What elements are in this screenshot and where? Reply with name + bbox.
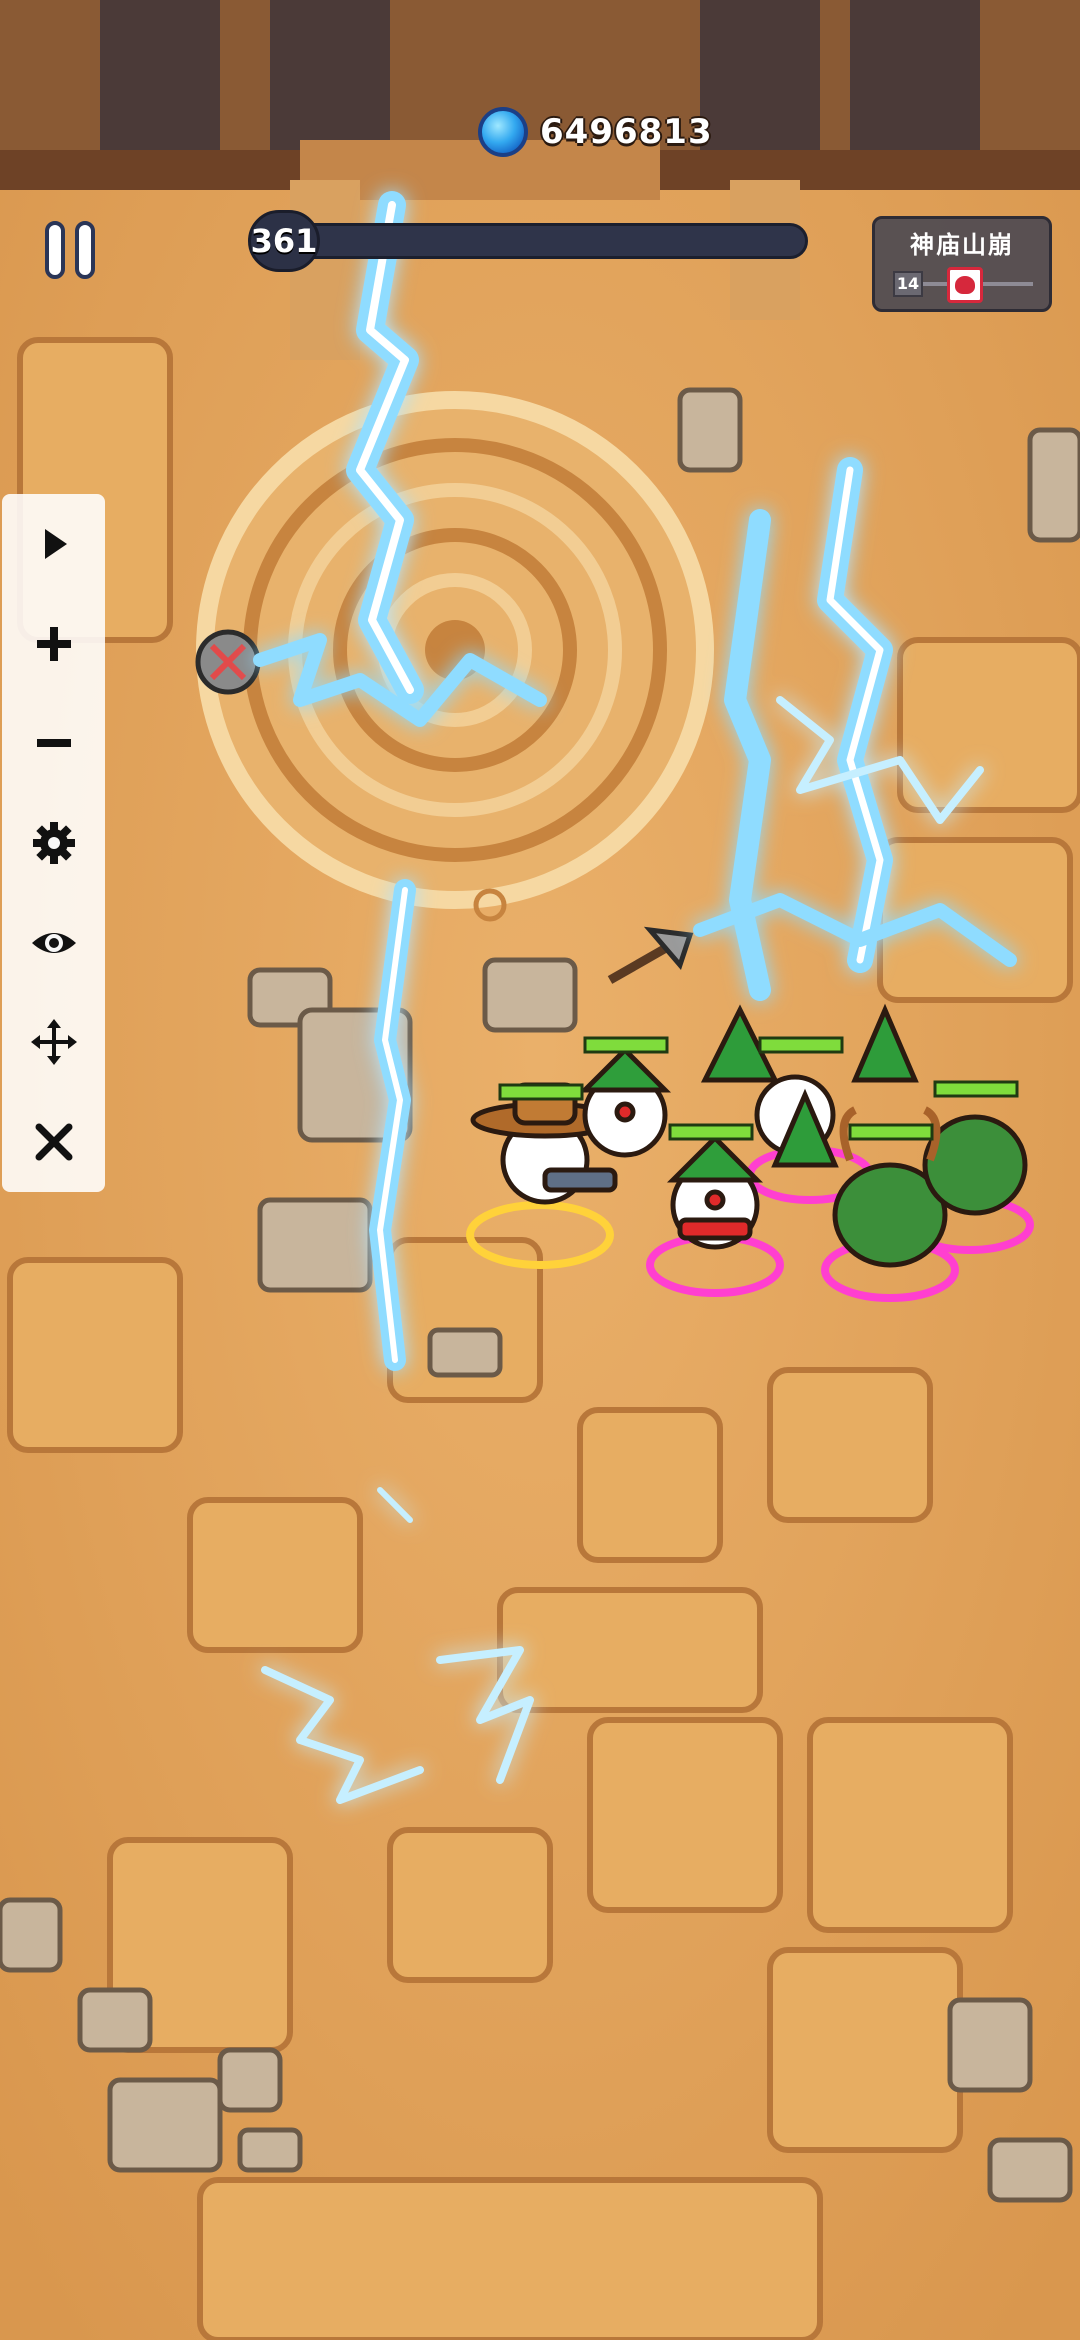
pause-icon (75, 221, 95, 279)
pause-icon (45, 221, 65, 279)
currency-counter: 6496813 (478, 104, 713, 160)
minus-icon (36, 739, 71, 748)
gear-icon (32, 822, 75, 865)
stage-progress-card[interactable]: 神庙山崩 14 (872, 216, 1052, 312)
move-icon (30, 1019, 77, 1066)
pause-button[interactable] (38, 218, 102, 282)
zoom-out-button[interactable] (2, 693, 105, 793)
blue-gem-icon (478, 107, 528, 157)
close-icon (35, 1123, 72, 1161)
floating-tool-panel (2, 494, 105, 1192)
boss-skull-icon (947, 267, 983, 303)
stage-level: 14 (893, 271, 923, 297)
wave-badge: 361 (248, 210, 320, 272)
settings-button[interactable] (2, 793, 105, 893)
eye-icon (31, 932, 76, 953)
visibility-button[interactable] (2, 893, 105, 993)
wave-number: 361 (250, 222, 318, 260)
close-button[interactable] (2, 1092, 105, 1192)
game-scene[interactable] (0, 0, 1080, 2340)
wave-progress-bar (258, 223, 808, 259)
move-button[interactable] (2, 993, 105, 1093)
play-button[interactable] (2, 494, 105, 594)
play-icon (44, 528, 67, 559)
stage-title: 神庙山崩 (910, 231, 1014, 259)
plus-icon (36, 626, 71, 661)
currency-value: 6496813 (540, 112, 713, 152)
zoom-in-button[interactable] (2, 594, 105, 694)
